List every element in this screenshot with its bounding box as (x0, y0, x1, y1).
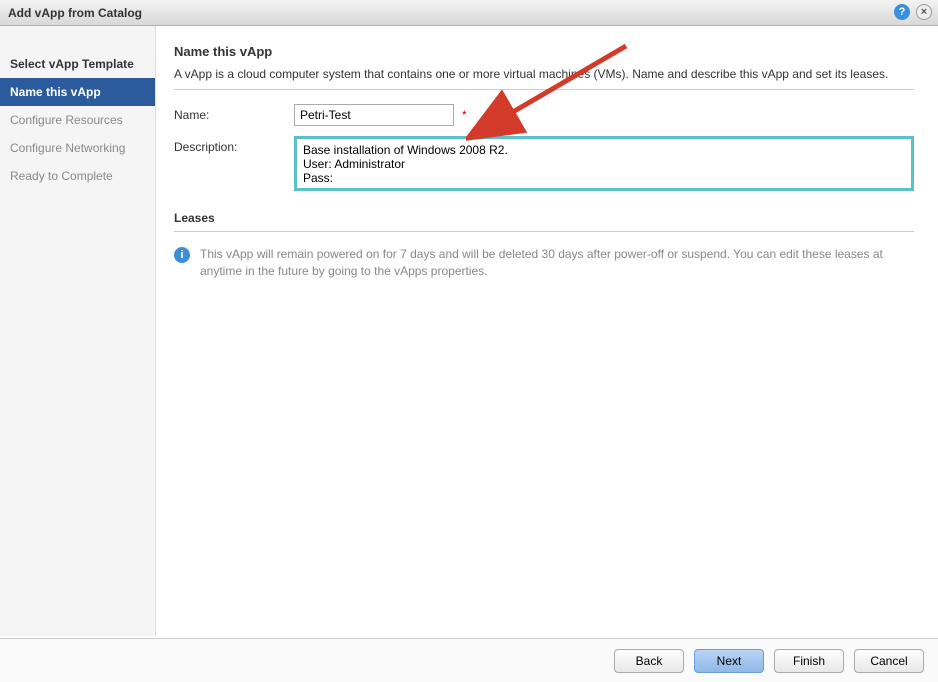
leases-heading: Leases (174, 211, 914, 225)
window-title: Add vApp from Catalog (8, 6, 142, 20)
sidebar-item-label: Ready to Complete (10, 169, 113, 183)
name-label: Name: (174, 104, 294, 122)
help-icon[interactable]: ? (894, 4, 910, 20)
page-heading: Name this vApp (174, 44, 914, 59)
required-indicator: * (462, 104, 467, 122)
sidebar-item-configure-networking: Configure Networking (0, 134, 155, 162)
leases-info-text: This vApp will remain powered on for 7 d… (200, 246, 914, 280)
finish-button[interactable]: Finish (774, 649, 844, 673)
divider (174, 231, 914, 232)
sidebar-item-label: Configure Networking (10, 141, 125, 155)
sidebar-item-label: Name this vApp (10, 85, 101, 99)
sidebar-item-label: Select vApp Template (10, 57, 134, 71)
close-icon[interactable]: × (916, 4, 932, 20)
titlebar: Add vApp from Catalog ? × (0, 0, 938, 26)
sidebar-item-configure-resources: Configure Resources (0, 106, 155, 134)
cancel-button[interactable]: Cancel (854, 649, 924, 673)
info-icon: i (174, 247, 190, 263)
main-panel: Name this vApp A vApp is a cloud compute… (156, 26, 938, 636)
description-textarea[interactable] (294, 136, 914, 191)
sidebar-item-select-template[interactable]: Select vApp Template (0, 50, 155, 78)
sidebar-item-name-vapp[interactable]: Name this vApp (0, 78, 155, 106)
wizard-sidebar: Select vApp Template Name this vApp Conf… (0, 26, 156, 636)
back-button[interactable]: Back (614, 649, 684, 673)
divider (174, 89, 914, 90)
sidebar-item-label: Configure Resources (10, 113, 123, 127)
sidebar-item-ready-complete: Ready to Complete (0, 162, 155, 190)
page-description: A vApp is a cloud computer system that c… (174, 67, 914, 81)
name-input[interactable] (294, 104, 454, 126)
description-label: Description: (174, 136, 294, 154)
next-button[interactable]: Next (694, 649, 764, 673)
wizard-footer: Back Next Finish Cancel (0, 638, 938, 682)
